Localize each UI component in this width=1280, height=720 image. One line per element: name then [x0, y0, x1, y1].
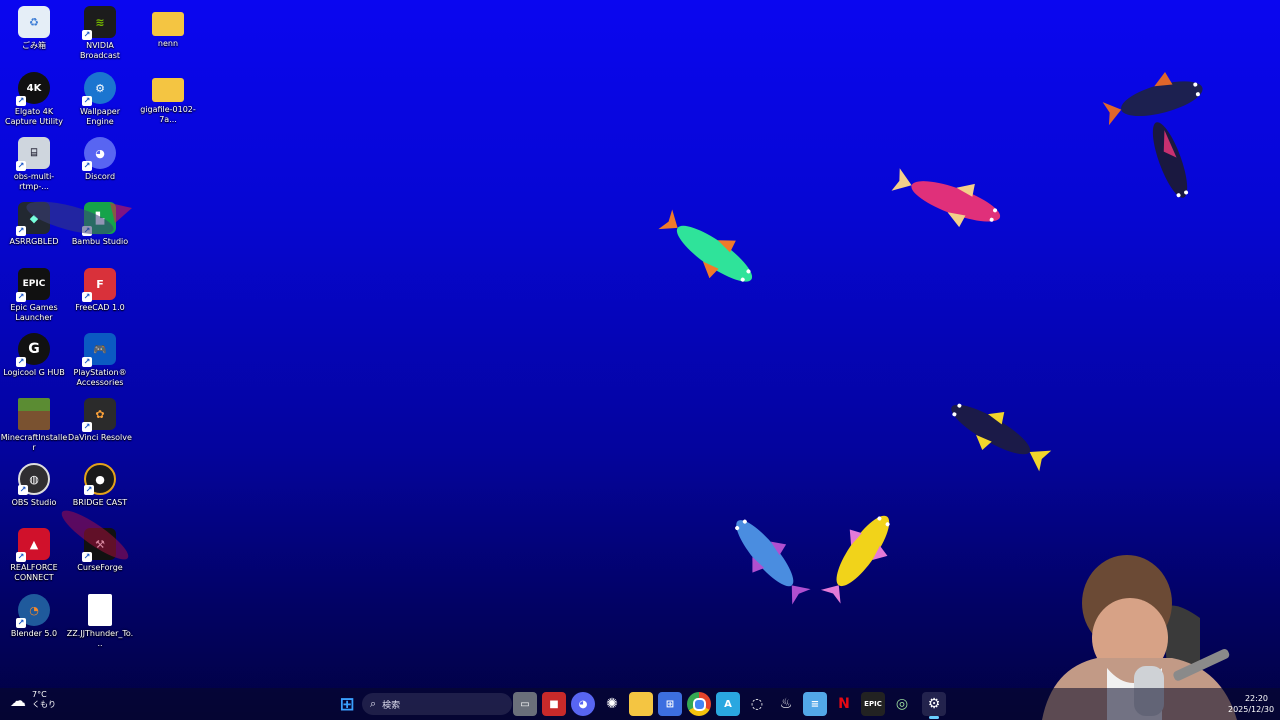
folder-zip-icon [152, 78, 184, 102]
epic-games-icon: EPIC [864, 700, 882, 708]
folder-icon [152, 12, 184, 36]
elgato-4k-icon: 4K ↗ [16, 72, 50, 106]
chatgpt-icon: ✺ [606, 696, 618, 712]
logitech-g-icon: G ↗ [16, 333, 50, 367]
desktop-icon-davinci-resolve[interactable]: ✿ ↗ DaVinci Resolve [66, 394, 134, 456]
windows-logo-icon: ⊞ [339, 693, 355, 715]
desktop-icon-recycle-bin[interactable]: ♻ ごみ箱 [0, 2, 68, 64]
task-view-icon: ▭ [520, 698, 530, 710]
koi-fish-yellow [820, 515, 890, 604]
taskbar-chatgpt[interactable]: ✺ [600, 692, 624, 716]
taskbar-clock[interactable]: 22:20 2025/12/30 [1228, 693, 1275, 715]
freecad-icon: F ↗ [82, 268, 116, 302]
taskbar-app-blue[interactable]: A [716, 692, 740, 716]
desktop-icon-wallpaper-engine[interactable]: ⚙ ↗ Wallpaper Engine [66, 68, 134, 130]
taskbar-search[interactable]: ⌕ 検索 [362, 693, 512, 715]
wallpaper-engine-icon: ⚙ ↗ [82, 72, 116, 106]
app-red-icon: ■ [549, 698, 559, 710]
desktop-icon-logicool-ghub[interactable]: G ↗ Logicool G HUB [0, 329, 68, 391]
desktop[interactable]: ♻ ごみ箱 ≋ ↗ NVIDIA Broadcast nenn 4K ↗ Elgat… [0, 0, 1280, 720]
discord-icon: ◕ ↗ [82, 137, 116, 171]
davinci-resolve-icon: ✿ ↗ [82, 398, 116, 432]
taskbar-settings[interactable]: ⚙ [922, 692, 946, 716]
desktop-icon-elgato[interactable]: 4K ↗ Elgato 4K Capture Utility [0, 68, 68, 130]
store-icon: ⊞ [665, 698, 675, 710]
taskbar-app-red[interactable]: ■ [542, 692, 566, 716]
weather-widget[interactable]: ☁ 7°C くもり [10, 690, 56, 710]
chrome-icon [692, 697, 706, 711]
desktop-icon-freecad[interactable]: F ↗ FreeCAD 1.0 [66, 264, 134, 326]
desktop-icon-nenn[interactable]: nenn [134, 2, 202, 64]
discord-icon: ◕ [578, 698, 588, 710]
taskbar-task-view[interactable]: ▭ [513, 692, 537, 716]
desktop-icon-playstation-accessories[interactable]: 🎮 ↗ PlayStation® Accessories [66, 329, 134, 391]
cloud-icon: ☁ [10, 690, 26, 710]
weather-description: くもり [32, 700, 56, 709]
document-icon [88, 594, 112, 626]
gear-icon: ⚙ [927, 696, 941, 712]
weather-temperature: 7°C [32, 690, 47, 699]
taskbar-notepad[interactable]: ≡ [803, 692, 827, 716]
desktop-icon-gigafile[interactable]: gigafile-0102-7a... [134, 68, 202, 130]
ring-icon: ◎ [895, 696, 909, 712]
start-button[interactable]: ⊞ [335, 692, 359, 716]
app-a-icon: A [724, 698, 732, 710]
koi-fish-red-behind-icons [61, 510, 129, 560]
koi-fish-behind-icons [26, 201, 132, 235]
koi-fish-green [658, 209, 753, 282]
playstation-icon: 🎮 ↗ [82, 333, 116, 367]
koi-fish-blue [735, 519, 811, 605]
taskbar-steam[interactable]: ♨ [774, 692, 798, 716]
nvidia-broadcast-icon: ≋ ↗ [82, 6, 116, 40]
taskbar-file-explorer[interactable] [629, 692, 653, 716]
installer-icon: ⌸ ↗ [16, 137, 50, 171]
desktop-icon-blender[interactable]: ◔ ↗ Blender 5.0 [0, 590, 68, 652]
koi-fish-pink [891, 168, 1001, 228]
netflix-icon: N [838, 696, 850, 712]
recycle-bin-icon: ♻ [18, 6, 50, 38]
taskbar-microsoft-store[interactable]: ⊞ [658, 692, 682, 716]
active-app-indicator [929, 716, 939, 719]
epic-games-icon: EPIC ↗ [16, 268, 50, 302]
koi-fish-navy-yellow [951, 403, 1052, 472]
notepad-icon: ≡ [810, 698, 820, 710]
clock-date: 2025/12/30 [1228, 705, 1275, 714]
taskbar-epic-games[interactable]: EPIC [861, 692, 885, 716]
taskbar-chrome[interactable] [687, 692, 711, 716]
obs-icon: ◍ ↗ [18, 463, 50, 495]
desktop-icon-zz-jjthunder[interactable]: ZZ.JJThunder_To... [66, 590, 134, 652]
taskbar-netflix[interactable]: N [832, 692, 856, 716]
taskbar-app-ring[interactable]: ◎ [890, 692, 914, 716]
desktop-icon-nvidia-broadcast[interactable]: ≋ ↗ NVIDIA Broadcast [66, 2, 134, 64]
desktop-icon-epic-games[interactable]: EPIC ↗ Epic Games Launcher [0, 264, 68, 326]
clock-time: 22:20 [1244, 694, 1268, 703]
record-icon: ◌ [750, 696, 764, 712]
minecraft-icon [18, 398, 50, 430]
blender-icon: ◔ ↗ [16, 594, 50, 628]
search-placeholder: 検索 [382, 700, 401, 711]
taskbar-discord[interactable]: ◕ [571, 692, 595, 716]
koi-fish-dark-pair [1102, 71, 1203, 198]
desktop-icon-minecraft-installer[interactable]: MinecraftInstaller [0, 394, 68, 456]
search-icon: ⌕ [370, 697, 377, 710]
realforce-icon: ▲ ↗ [16, 528, 50, 562]
taskbar-app-record[interactable]: ◌ [745, 692, 769, 716]
steam-icon: ♨ [779, 696, 793, 712]
